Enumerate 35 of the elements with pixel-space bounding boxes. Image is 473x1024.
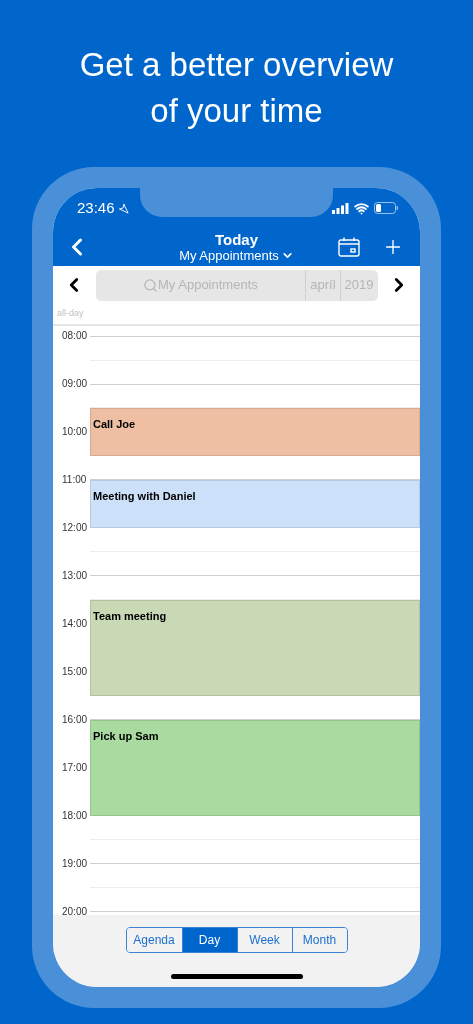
- hour-label: 18:00: [61, 810, 89, 822]
- status-time: 23:46: [77, 197, 115, 218]
- hour-label: 15:00: [61, 666, 89, 678]
- event-block[interactable]: Meeting with Daniel: [90, 480, 420, 528]
- hour-label: 14:00: [61, 618, 89, 630]
- event-block[interactable]: Team meeting: [90, 600, 420, 696]
- event-block[interactable]: Call Joe: [90, 408, 420, 456]
- all-day-label: all-day: [57, 307, 84, 321]
- event-title: Call Joe: [93, 418, 136, 430]
- hour-label: 08:00: [61, 330, 89, 342]
- calendar-selector[interactable]: Today My Appointments: [179, 230, 294, 264]
- calendar-icon[interactable]: [338, 237, 360, 257]
- location-icon: [117, 202, 129, 214]
- headline: Get a better overview of your time: [78, 45, 395, 131]
- event-title: Team meeting: [93, 610, 167, 622]
- hour-label: 09:00: [61, 378, 89, 390]
- wifi-icon: [354, 200, 369, 216]
- hour-label: 20:00: [61, 906, 89, 915]
- hour-label: 12:00: [61, 522, 89, 534]
- hour-label: 16:00: [61, 714, 89, 726]
- event-title: Pick up Sam: [93, 730, 159, 742]
- view-tab[interactable]: Month: [291, 928, 347, 952]
- signal-icon: [332, 202, 349, 214]
- hour-label: 13:00: [61, 570, 89, 582]
- hour-label: 11:00: [61, 474, 88, 486]
- search-icon: [143, 277, 159, 293]
- hour-label: 19:00: [61, 858, 89, 870]
- battery-icon: [374, 202, 398, 214]
- event-block[interactable]: Pick up Sam: [90, 720, 420, 816]
- header-title: Today: [214, 230, 259, 248]
- header-subtitle: My Appointments: [179, 247, 279, 264]
- event-title: Meeting with Daniel: [93, 490, 196, 502]
- hour-label: 10:00: [61, 426, 89, 438]
- hour-label: 17:00: [61, 762, 89, 774]
- view-tab[interactable]: Day: [181, 928, 237, 952]
